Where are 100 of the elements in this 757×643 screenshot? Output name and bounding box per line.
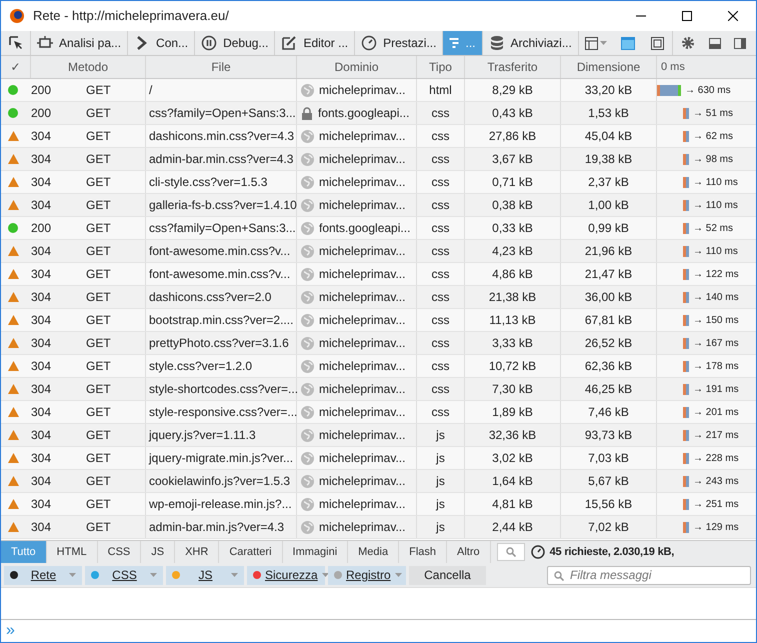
size-text: 36,00 kB: [584, 289, 632, 306]
window-title: Rete - http://micheleprimavera.eu/: [33, 7, 229, 26]
status-code: 304: [31, 381, 52, 398]
request-row[interactable]: 200 GET css?family=Open+Sans:3... fonts.googleapi... css 0,33 kB 0,99 kB → 52 ms: [1, 217, 756, 240]
warning-triangle-icon: [8, 269, 18, 279]
timing-text: → 129 ms: [693, 520, 739, 534]
timing-text: → 150 ms: [693, 314, 739, 328]
timing-bar: [683, 314, 689, 326]
transferred-text: 10,72 kB: [488, 358, 536, 375]
timing-bar: [683, 130, 689, 142]
domain-text: micheleprimav...: [319, 496, 406, 513]
column-header[interactable]: Tipo: [417, 56, 465, 78]
timing-bar: [683, 246, 689, 256]
column-header[interactable]: Dimensione: [561, 56, 657, 78]
request-row[interactable]: 304 GET jquery-migrate.min.js?ver... micheleprimav... js 3,02 kB 7,03 kB → 228 ms: [1, 447, 756, 470]
gauge-icon: [361, 35, 378, 51]
devtools-tab[interactable]: Con...: [128, 31, 196, 55]
timing-text: → 140 ms: [693, 290, 739, 304]
devtools-tab[interactable]: Archiviazi...: [482, 31, 579, 55]
type-text: js: [436, 450, 445, 467]
devtools-tab[interactable]: Analisi pa...: [31, 31, 128, 55]
status-code: 304: [31, 197, 52, 214]
column-header[interactable]: Metodo: [31, 56, 146, 78]
request-row[interactable]: 304 GET style-responsive.css?ver=... micheleprimav... css 1,89 kB 7,46 kB → 201 ms: [1, 401, 756, 424]
request-row[interactable]: 200 GET / micheleprimav... html 8,29 kB 33,20 kB → 630 ms: [1, 79, 756, 102]
status-code: 304: [31, 243, 52, 260]
domain-text: micheleprimav...: [319, 335, 406, 352]
request-row[interactable]: 304 GET jquery.js?ver=1.11.3 micheleprimav... js 32,36 kB 93,73 kB → 217 ms: [1, 424, 756, 447]
status-code: 304: [31, 289, 52, 306]
domain-text: micheleprimav...: [319, 128, 406, 145]
dock-bottom-icon: [709, 38, 722, 48]
timing-text: → 110 ms: [693, 176, 738, 190]
transferred-text: 21,38 kB: [488, 289, 536, 306]
message-filter-field[interactable]: Filtra messaggi: [547, 566, 751, 584]
warning-triangle-icon: [8, 522, 18, 532]
request-row[interactable]: 304 GET cli-style.css?ver=1.5.3 micheleprimav... css 0,71 kB 2,37 kB → 110 ms: [1, 171, 756, 194]
console-filter-button[interactable]: CSS: [85, 566, 163, 584]
request-row[interactable]: 304 GET dashicons.min.css?ver=4.3 micheleprimav... css 27,86 kB 45,04 kB → 62 ms: [1, 125, 756, 148]
status-code: 304: [31, 496, 52, 513]
request-row[interactable]: 304 GET style.css?ver=1.2.0 micheleprimav... css 10,72 kB 62,36 kB → 178 ms: [1, 355, 756, 378]
edit-icon: [281, 35, 298, 51]
search-button[interactable]: [496, 543, 525, 561]
timing-bar: [683, 268, 689, 280]
console-filter-button[interactable]: JS: [166, 566, 244, 584]
transferred-text: 27,86 kB: [488, 128, 536, 145]
file-name: dashicons.min.css?ver=4.3: [149, 128, 294, 145]
warning-triangle-icon: [8, 154, 18, 164]
file-name: style.css?ver=1.2.0: [149, 358, 252, 375]
request-row[interactable]: 304 GET prettyPhoto.css?ver=3.1.6 micheleprimav... css 3,33 kB 26,52 kB → 167 ms: [1, 332, 756, 355]
column-header[interactable]: Dominio: [297, 56, 417, 78]
status-code: 304: [31, 450, 52, 467]
timing-text: → 122 ms: [693, 268, 739, 282]
summary-text: 45 richieste, 2.030,19 kB,: [550, 544, 674, 560]
request-row[interactable]: 304 GET galleria-fs-b.css?ver=1.4.10 micheleprimav... css 0,38 kB 1,00 kB → 110 ms: [1, 194, 756, 217]
request-row[interactable]: 304 GET cookielawinfo.js?ver=1.5.3 micheleprimav... js 1,64 kB 5,67 kB → 243 ms: [1, 470, 756, 493]
console-filter-button[interactable]: Rete: [4, 566, 82, 584]
timing-text: → 51 ms: [693, 106, 734, 120]
timing-text: → 110 ms: [693, 198, 738, 212]
request-row[interactable]: 304 GET wp-emoji-release.min.js?... micheleprimav... js 4,81 kB 15,56 kB → 251 ms: [1, 493, 756, 516]
domain-text: micheleprimav...: [319, 427, 406, 444]
transferred-text: 4,23 kB: [492, 243, 533, 260]
domain-text: micheleprimav...: [319, 358, 406, 375]
request-row[interactable]: 304 GET dashicons.css?ver=2.0 micheleprimav... css 21,38 kB 36,00 kB → 140 ms: [1, 286, 756, 309]
devtools-tab[interactable]: Editor ...: [275, 31, 356, 55]
request-row[interactable]: 304 GET admin-bar.min.css?ver=4.3 micheleprimav... css 3,67 kB 19,38 kB → 98 ms: [1, 148, 756, 171]
console-filter-button[interactable]: Sicurezza: [247, 566, 325, 584]
column-header[interactable]: ✓: [1, 56, 31, 78]
status-code: 200: [31, 220, 52, 237]
maximize-icon: [682, 11, 692, 21]
size-text: 67,81 kB: [584, 312, 632, 329]
transferred-text: 1,64 kB: [492, 473, 533, 490]
column-header[interactable]: Trasferito: [465, 56, 561, 78]
devtools-tab[interactable]: Debug...: [195, 31, 276, 55]
request-row[interactable]: 304 GET style-shortcodes.css?ver=... micheleprimav... css 7,30 kB 46,25 kB → 191 ms: [1, 378, 756, 401]
size-text: 93,73 kB: [584, 427, 632, 444]
request-row[interactable]: 304 GET bootstrap.min.css?ver=2.... micheleprimav... css 11,13 kB 67,81 kB → 150 ms: [1, 309, 756, 332]
database-icon: [488, 35, 504, 51]
status-code: 304: [31, 427, 52, 444]
size-text: 7,02 kB: [588, 519, 629, 536]
type-text: js: [436, 427, 445, 444]
type-text: css: [432, 381, 450, 398]
size-text: 21,96 kB: [584, 243, 632, 260]
file-name: css?family=Open+Sans:3...: [149, 105, 296, 122]
request-row[interactable]: 200 GET css?family=Open+Sans:3... fonts.googleapi... css 0,43 kB 1,53 kB → 51 ms: [1, 102, 756, 125]
method-text: GET: [86, 151, 111, 168]
transferred-text: 0,71 kB: [492, 174, 533, 191]
request-row[interactable]: 304 GET admin-bar.min.js?ver=4.3 micheleprimav... js 2,44 kB 7,02 kB → 129 ms: [1, 516, 756, 539]
status-code: 304: [31, 128, 52, 145]
console-filter-button[interactable]: Registro: [328, 566, 406, 584]
column-header[interactable]: 0 ms: [657, 56, 756, 78]
request-row[interactable]: 304 GET font-awesome.min.css?v... micheleprimav... css 4,23 kB 21,96 kB → 110 ms: [1, 240, 756, 263]
request-row[interactable]: 304 GET font-awesome.min.css?v... micheleprimav... css 4,86 kB 21,47 kB → 122 ms: [1, 263, 756, 286]
console-panel-icon: [620, 36, 635, 50]
transferred-text: 1,89 kB: [492, 404, 533, 421]
size-text: 62,36 kB: [584, 358, 632, 375]
timing-text: → 251 ms: [693, 498, 739, 512]
transferred-text: 7,30 kB: [492, 381, 533, 398]
column-header[interactable]: File: [146, 56, 297, 78]
clear-button[interactable]: Cancella: [409, 566, 486, 584]
timing-text: → 228 ms: [693, 452, 739, 466]
